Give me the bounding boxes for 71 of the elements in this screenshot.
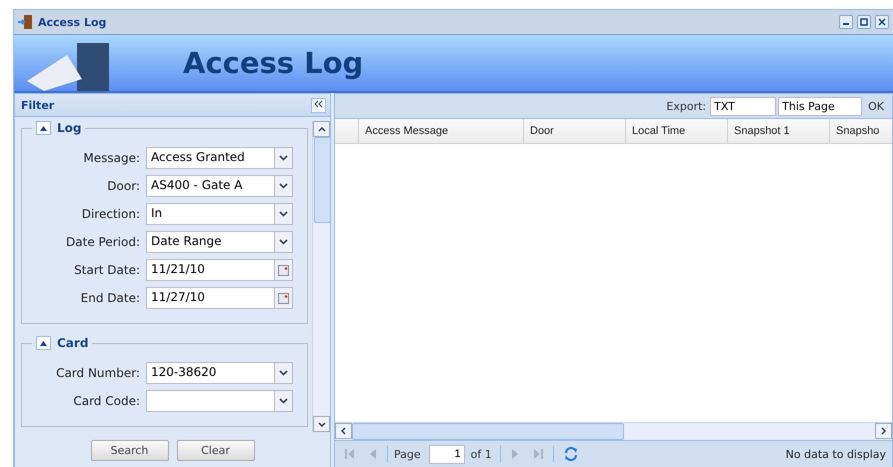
- format-field[interactable]: TXT: [710, 96, 776, 116]
- date-field[interactable]: 11/27/10: [146, 287, 293, 309]
- column-header[interactable]: Snapsho: [829, 119, 889, 143]
- dropdown-field[interactable]: Date Range: [146, 231, 293, 253]
- column-header[interactable]: Local Time: [625, 119, 727, 143]
- toggle-button[interactable]: [36, 121, 51, 135]
- chevron-down-icon: [279, 398, 288, 404]
- calendar-icon: [278, 264, 289, 276]
- first-page-icon: [344, 448, 355, 460]
- triangle-icon: [40, 126, 47, 130]
- close-icon: [878, 18, 886, 26]
- chevron-down-icon: [318, 422, 326, 426]
- refresh-icon: [562, 446, 579, 462]
- scope-field[interactable]: This Page: [778, 96, 862, 116]
- collapse-button[interactable]: [311, 98, 326, 112]
- chevron-down-icon: [279, 183, 288, 189]
- export-label: Export:: [666, 100, 706, 112]
- minimize-button[interactable]: [839, 15, 853, 29]
- chevron-down-icon: [279, 211, 288, 217]
- panel-title: Filter: [21, 98, 54, 112]
- page-count: of 1: [470, 448, 492, 460]
- ok-button[interactable]: OK: [864, 100, 888, 112]
- field-label: Start Date:: [73, 263, 140, 277]
- scroll-thumb[interactable]: [314, 137, 331, 223]
- column-header[interactable]: Snapshot 1: [727, 119, 829, 143]
- chevron-left-icon: [341, 427, 346, 435]
- dropdown-field[interactable]: AS400 - Gate A: [146, 175, 293, 197]
- page-label: Page: [394, 448, 421, 460]
- banner-title: Access Log: [183, 46, 364, 80]
- calendar-icon: [278, 292, 289, 304]
- scroll-up-button[interactable]: [313, 121, 330, 137]
- field-label: Direction:: [80, 207, 140, 221]
- column-header[interactable]: Access Message: [358, 119, 523, 143]
- group-title: Log: [57, 121, 82, 135]
- field-label: End Date:: [80, 291, 140, 305]
- chevron-right-icon: [881, 427, 886, 435]
- vertical-scrollbar[interactable]: [312, 121, 330, 432]
- dropdown-field[interactable]: 120-38620: [146, 362, 293, 384]
- double-chevron-left-icon: [314, 100, 323, 108]
- last-page-icon: [532, 448, 544, 460]
- dropdown-field[interactable]: Access Granted: [146, 147, 293, 169]
- scroll-thumb[interactable]: [352, 423, 624, 440]
- window-title: Access Log: [38, 16, 108, 28]
- status-text: No data to display: [786, 448, 886, 460]
- column-header[interactable]: Door: [523, 119, 625, 143]
- dropdown-field[interactable]: [146, 390, 293, 412]
- field-label: Card Code:: [72, 394, 140, 408]
- maximize-button[interactable]: [857, 15, 871, 29]
- page-input[interactable]: 1: [428, 444, 465, 464]
- maximize-icon: [860, 18, 868, 26]
- chevron-up-icon: [318, 126, 326, 132]
- scroll-left-button[interactable]: [335, 423, 352, 439]
- search-button[interactable]: Search: [90, 440, 168, 461]
- triangle-icon: [40, 340, 47, 346]
- clear-button[interactable]: Clear: [176, 440, 254, 461]
- field-label: Door:: [106, 179, 140, 193]
- dropdown-field[interactable]: In: [146, 203, 293, 225]
- horizontal-scrollbar[interactable]: [335, 422, 892, 440]
- toggle-button[interactable]: [36, 336, 51, 350]
- door-icon: [18, 14, 34, 30]
- scroll-right-button[interactable]: [875, 423, 892, 439]
- field-label: Message:: [82, 151, 140, 165]
- date-field[interactable]: 11/21/10: [146, 259, 293, 281]
- scroll-down-button[interactable]: [313, 416, 330, 432]
- close-button[interactable]: [875, 15, 889, 29]
- chevron-down-icon: [279, 239, 288, 245]
- field-label: Card Number:: [55, 366, 140, 380]
- group-title: Card: [57, 336, 88, 350]
- chevron-down-icon: [279, 370, 288, 376]
- field-label: Date Period:: [65, 235, 140, 249]
- chevron-down-icon: [279, 155, 288, 161]
